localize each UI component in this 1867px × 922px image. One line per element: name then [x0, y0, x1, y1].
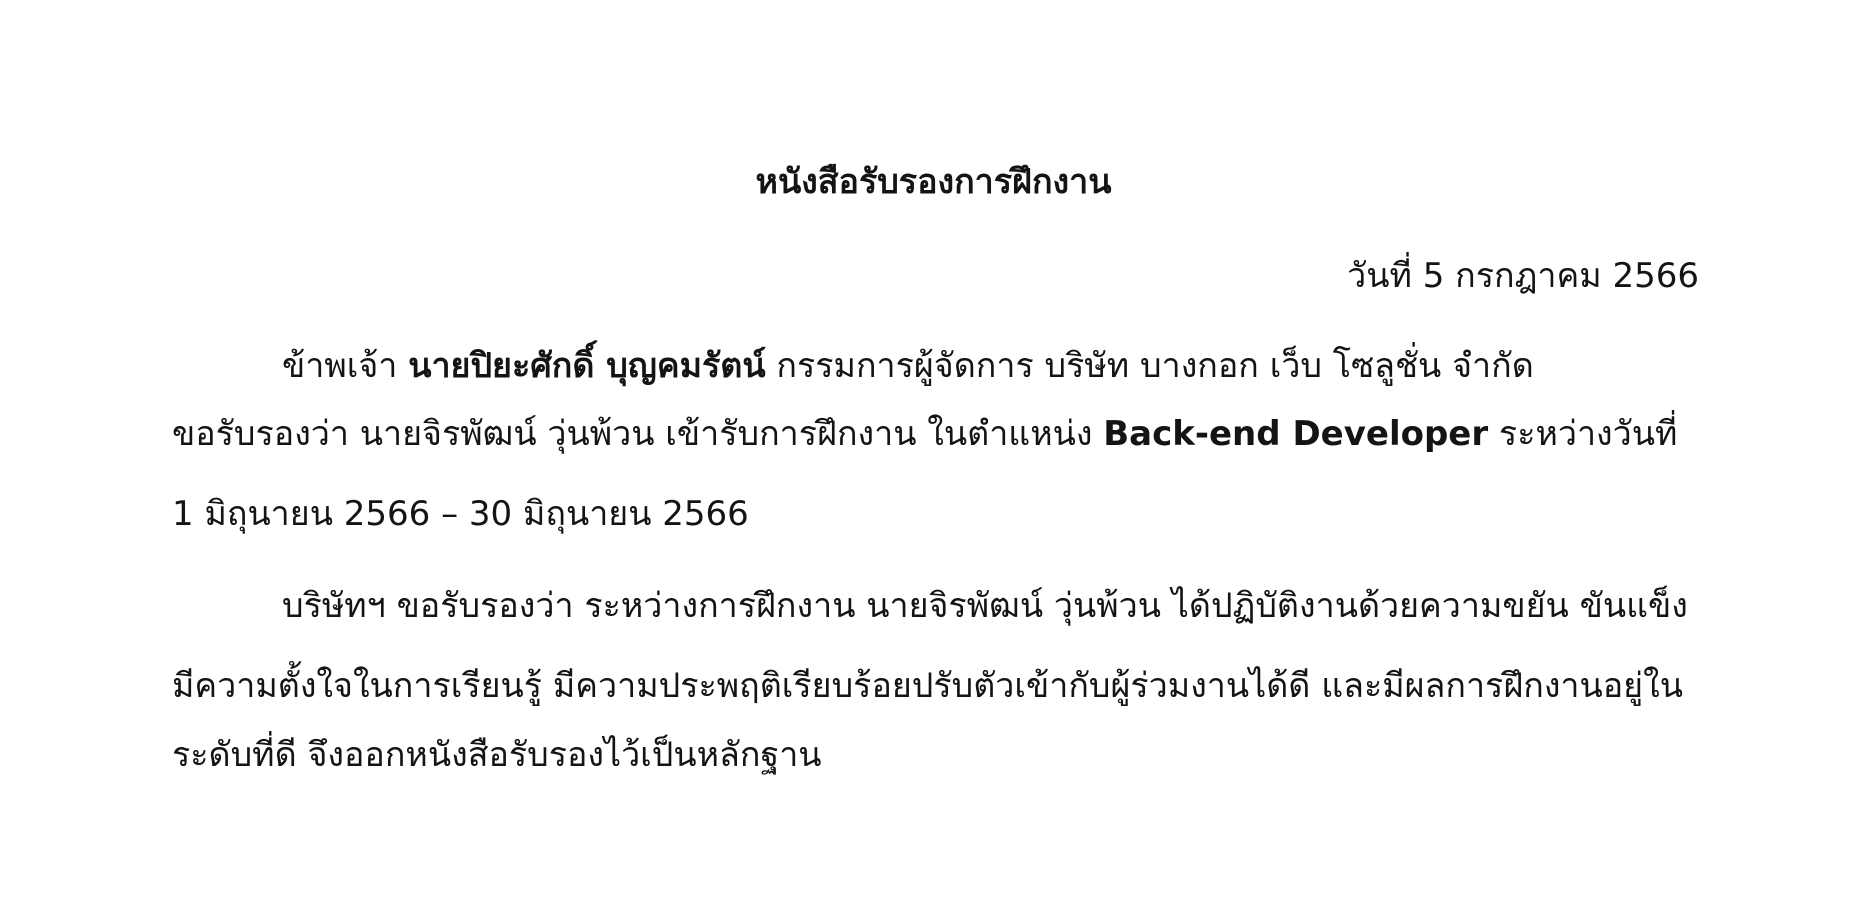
document-date: วันที่ 5 กรกฎาคม 2566	[1347, 256, 1699, 296]
paragraph2-line2: มีความตั้งใจในการเรียนรู้ มีความประพฤติเ…	[172, 666, 1683, 706]
paragraph1-line3: 1 มิถุนายน 2566 – 30 มิถุนายน 2566	[172, 494, 749, 534]
paragraph2-line1: บริษัทฯ ขอรับรองว่า ระหว่างการฝึกงาน นาย…	[282, 586, 1688, 626]
paragraph1-line2-prefix: ขอรับรองว่า นายจิรพัฒน์ วุ่นพ้วน เข้ารับ…	[172, 414, 1104, 454]
paragraph2-line3: ระดับที่ดี จึงออกหนังสือรับรองไว้เป็นหลั…	[172, 735, 822, 775]
paragraph1-line1-suffix: กรรมการผู้จัดการ บริษัท บางกอก เว็บ โซลู…	[765, 346, 1534, 386]
paragraph1-line1: ข้าพเจ้า นายปิยะศักดิ์ บุญคมรัตน์ กรรมกา…	[282, 344, 1699, 388]
intern-position: Back-end Developer	[1103, 414, 1489, 454]
document-page: หนังสือรับรองการฝึกงาน วันที่ 5 กรกฎาคม …	[0, 0, 1867, 922]
paragraph1-line1-prefix: ข้าพเจ้า	[282, 346, 409, 386]
manager-name: นายปิยะศักดิ์ บุญคมรัตน์	[408, 346, 766, 386]
paragraph1-line2-suffix: ระหว่างวันที่	[1488, 414, 1678, 454]
paragraph1-line2: ขอรับรองว่า นายจิรพัฒน์ วุ่นพ้วน เข้ารับ…	[172, 412, 1677, 456]
document-title: หนังสือรับรองการฝึกงาน	[755, 162, 1112, 202]
